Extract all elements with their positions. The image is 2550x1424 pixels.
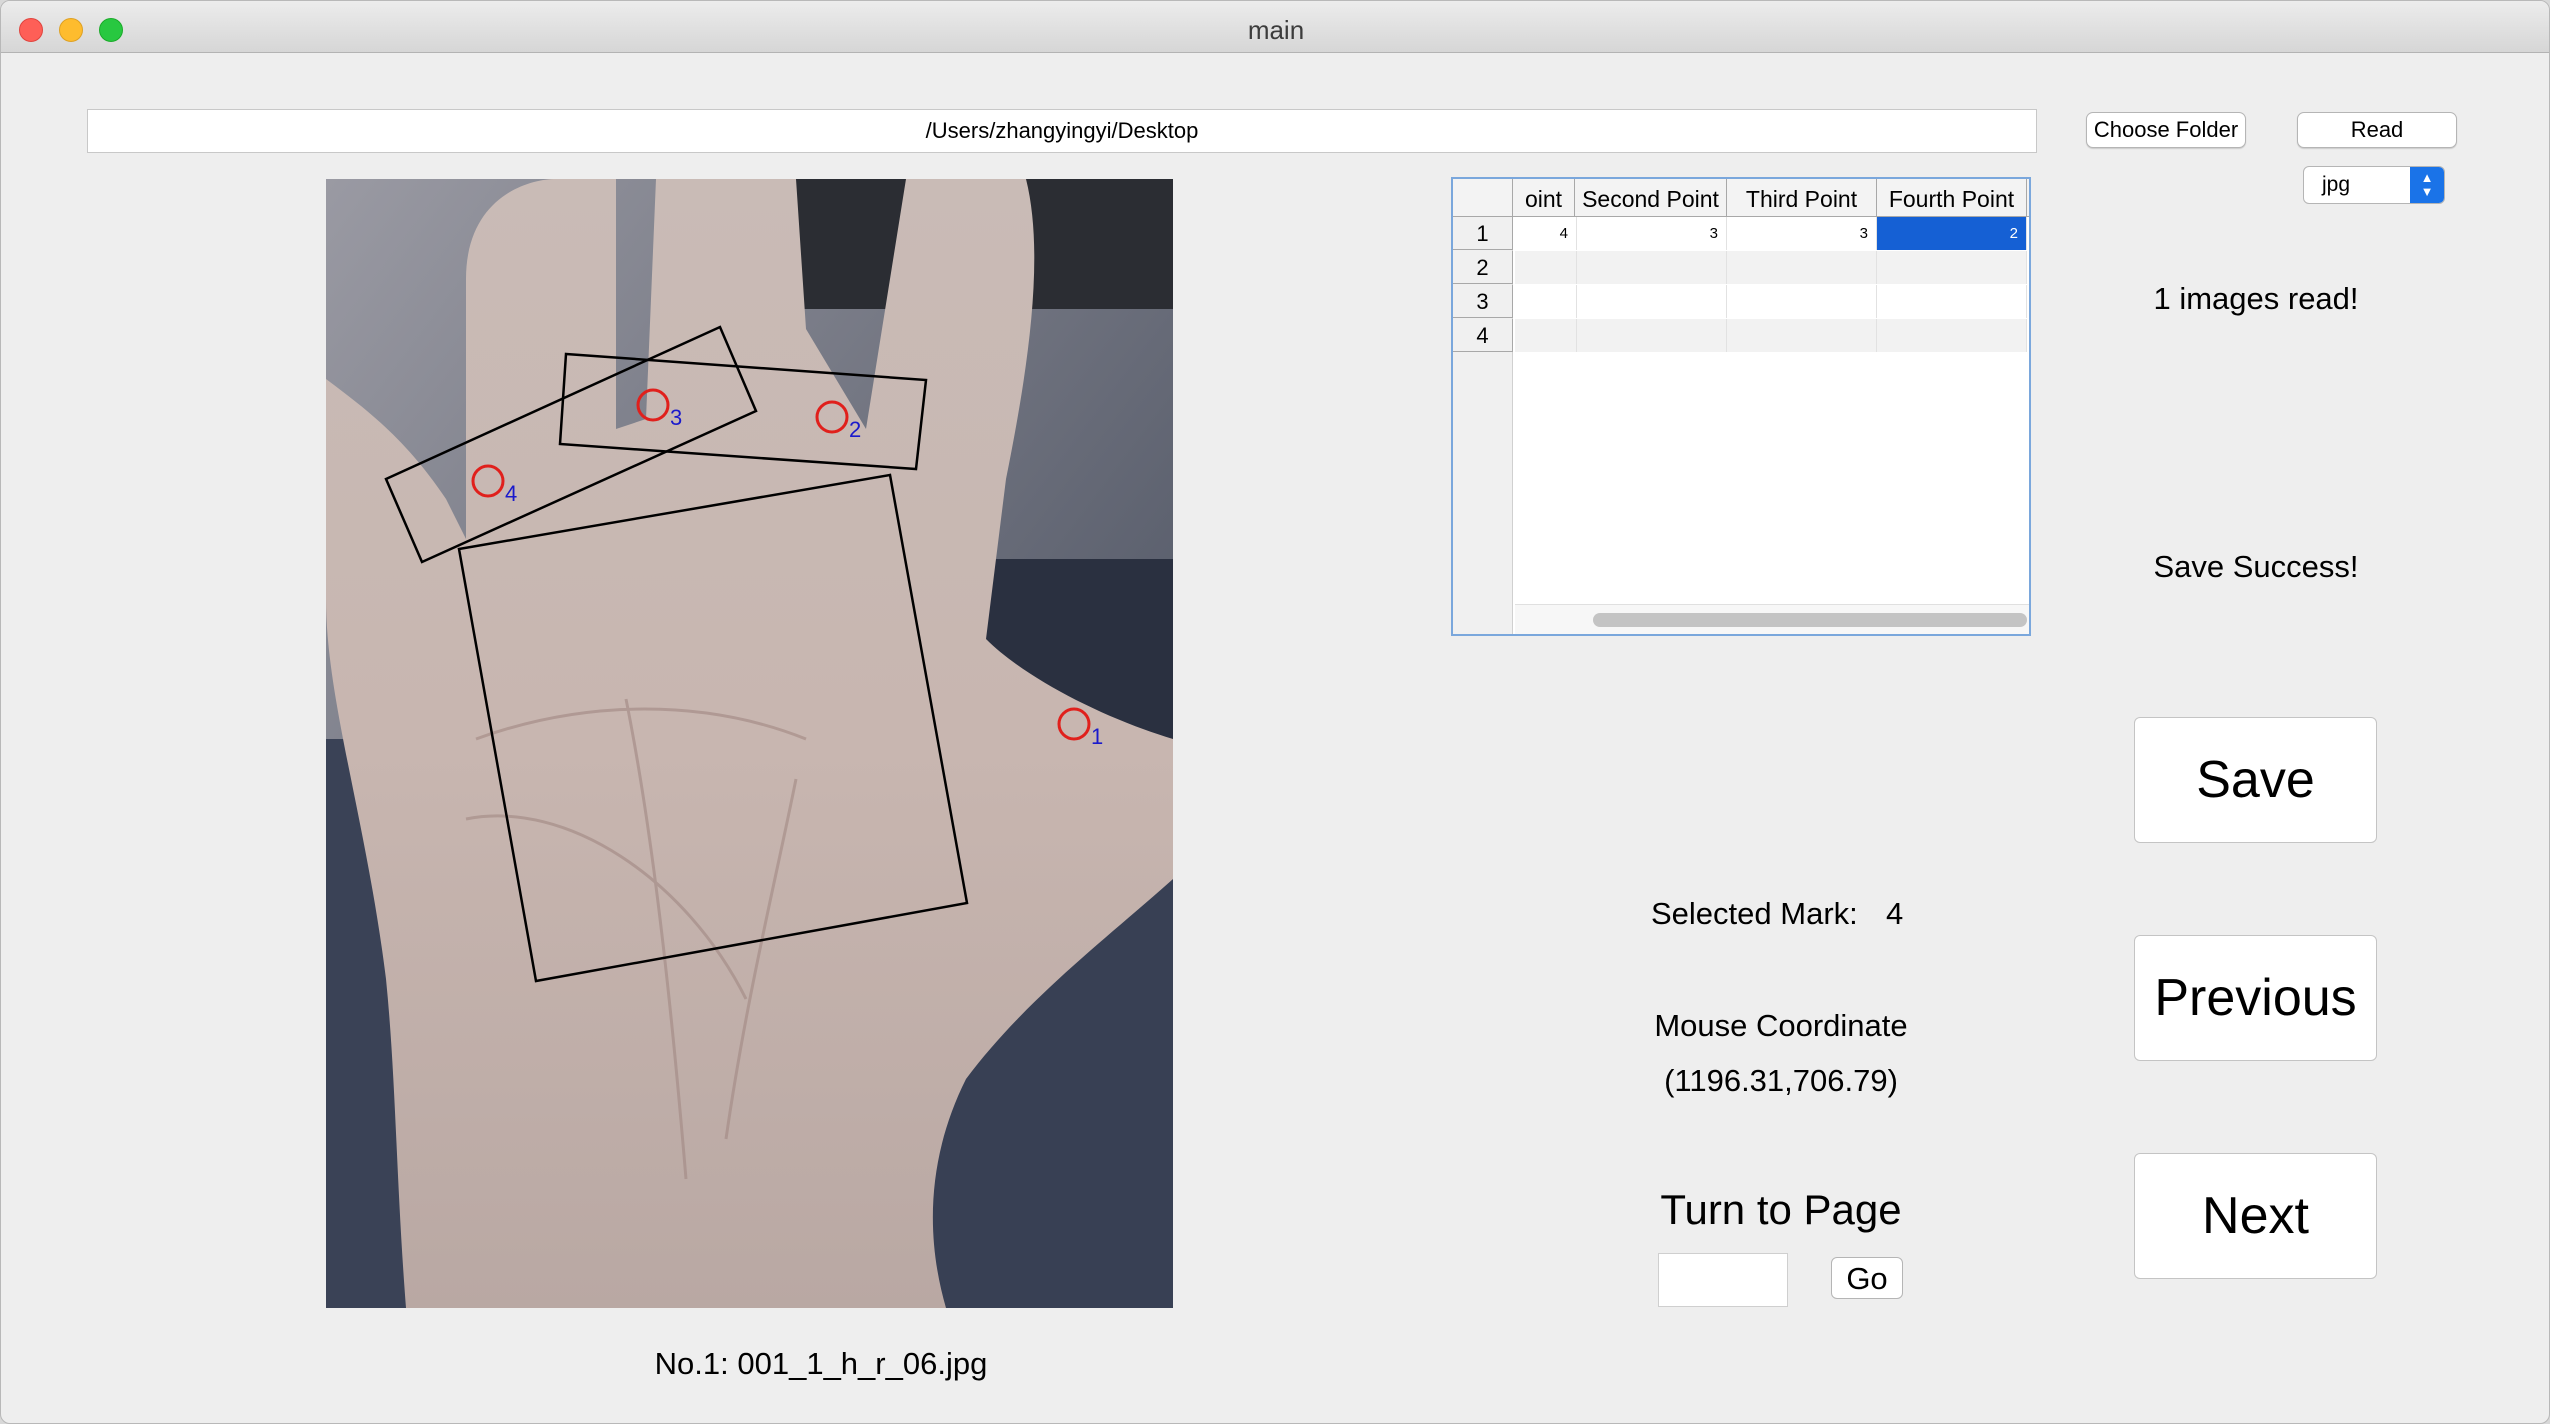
images-read-status: 1 images read! (2153, 281, 2359, 316)
palm-photo: 1 2 3 4 (326, 179, 1173, 1308)
marker-label: 2 (849, 417, 861, 442)
column-header[interactable]: Second Point (1575, 179, 1727, 217)
selected-mark-label: Selected Mark: (1651, 896, 1858, 931)
table-corner (1453, 179, 1513, 217)
table-cell-selected[interactable]: 2 (1877, 217, 2027, 250)
go-button[interactable]: Go (1831, 1257, 1903, 1299)
row-number[interactable]: 2 (1453, 251, 1513, 284)
file-type-value: jpg (2322, 173, 2351, 196)
choose-folder-button[interactable]: Choose Folder (2086, 112, 2246, 148)
scrollbar-thumb[interactable] (1593, 613, 2027, 627)
table-cell[interactable] (1515, 251, 1577, 284)
horizontal-scrollbar[interactable] (1515, 604, 2029, 634)
table-cell[interactable]: 4 (1515, 217, 1577, 250)
table-cell[interactable] (1877, 251, 2027, 284)
marker-label: 4 (505, 481, 517, 506)
table-cell[interactable] (1727, 251, 1877, 284)
table-cell[interactable] (1877, 319, 2027, 352)
page-number-input[interactable] (1658, 1253, 1788, 1307)
column-header[interactable]: oint (1513, 179, 1575, 217)
folder-path-field[interactable]: /Users/zhangyingyi/Desktop (87, 109, 2037, 153)
title-bar: main (1, 1, 2549, 53)
table-cell[interactable]: 3 (1727, 217, 1877, 250)
table-header: oint Second Point Third Point Fourth Poi… (1453, 179, 2029, 217)
table-cell[interactable] (1577, 285, 1727, 318)
column-header[interactable]: Fourth Point (1877, 179, 2027, 217)
palm-image-canvas[interactable]: 1 2 3 4 (326, 179, 1173, 1308)
table-cell[interactable]: 3 (1577, 217, 1727, 250)
points-table[interactable]: oint Second Point Third Point Fourth Poi… (1451, 177, 2031, 636)
mouse-coordinate-value: (1196.31,706.79) (1664, 1063, 1898, 1098)
column-header[interactable]: Third Point (1727, 179, 1877, 217)
table-cell[interactable] (1515, 285, 1577, 318)
window-title: main (1247, 15, 1305, 45)
table-cell[interactable] (1727, 285, 1877, 318)
next-button[interactable]: Next (2134, 1153, 2377, 1279)
row-number[interactable]: 3 (1453, 285, 1513, 318)
marker-label: 3 (670, 405, 682, 430)
mouse-coordinate-label: Mouse Coordinate (1654, 1008, 1908, 1043)
previous-button[interactable]: Previous (2134, 935, 2377, 1061)
table-cell[interactable] (1577, 251, 1727, 284)
app-window: main /Users/zhangyingyi/Desktop Choose F… (0, 0, 2550, 1424)
table-cell[interactable] (1515, 319, 1577, 352)
save-status: Save Success! (2153, 549, 2359, 584)
row-number[interactable]: 1 (1453, 217, 1513, 250)
row-number[interactable]: 4 (1453, 319, 1513, 352)
selected-mark-value: 4 (1886, 896, 1904, 931)
marker-label: 1 (1091, 724, 1103, 749)
chevron-up-down-icon: ▲ ▼ (2410, 167, 2444, 203)
table-cell[interactable] (1877, 285, 2027, 318)
table-cell[interactable] (1577, 319, 1727, 352)
image-filename-label: No.1: 001_1_h_r_06.jpg (654, 1346, 988, 1381)
turn-to-page-label: Turn to Page (1660, 1186, 1902, 1233)
read-button[interactable]: Read (2297, 112, 2457, 148)
table-cell[interactable] (1727, 319, 1877, 352)
file-type-select[interactable]: jpg ▲ ▼ (2303, 166, 2445, 204)
save-button[interactable]: Save (2134, 717, 2377, 843)
